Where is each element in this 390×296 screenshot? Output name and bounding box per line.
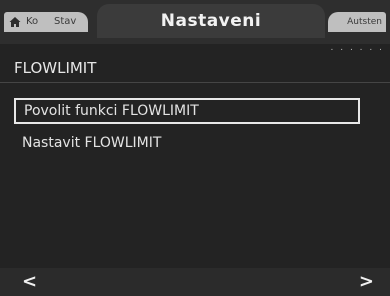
page-title: FLOWLIMIT [14, 59, 97, 77]
menu-item-label: Povolit funkci FLOWLIMIT [24, 103, 199, 119]
tab-assist-label: Autsten [347, 17, 382, 27]
back-arrow-icon[interactable]: < [22, 272, 37, 292]
menu-item-label: Nastavit FLOWLIMIT [22, 135, 162, 151]
home-icon [9, 17, 21, 27]
tab-assist[interactable]: Autsten [328, 12, 386, 32]
tab-status-label: Stav [54, 16, 77, 27]
menu-item-set-flowlimit[interactable]: Nastavit FLOWLIMIT [14, 130, 360, 156]
page-indicator-dots: . . . . . . [330, 43, 384, 53]
device-screen: Ko Stav Nastaveni Autsten . . . . . . FL… [0, 0, 390, 296]
forward-arrow-icon[interactable]: > [359, 272, 374, 292]
tab-home-label: Ko [26, 16, 39, 27]
settings-menu-list: Povolit funkci FLOWLIMIT Nastavit FLOWLI… [14, 98, 360, 156]
menu-item-enable-flowlimit[interactable]: Povolit funkci FLOWLIMIT [14, 98, 360, 124]
tab-settings-label: Nastaveni [160, 11, 262, 31]
bottom-nav-bar: < > [0, 268, 390, 296]
title-divider [0, 82, 390, 83]
tab-settings[interactable]: Nastaveni [97, 4, 325, 38]
top-tab-bar: Ko Stav Nastaveni Autsten [0, 0, 390, 44]
tab-home[interactable]: Ko Stav [4, 12, 88, 32]
